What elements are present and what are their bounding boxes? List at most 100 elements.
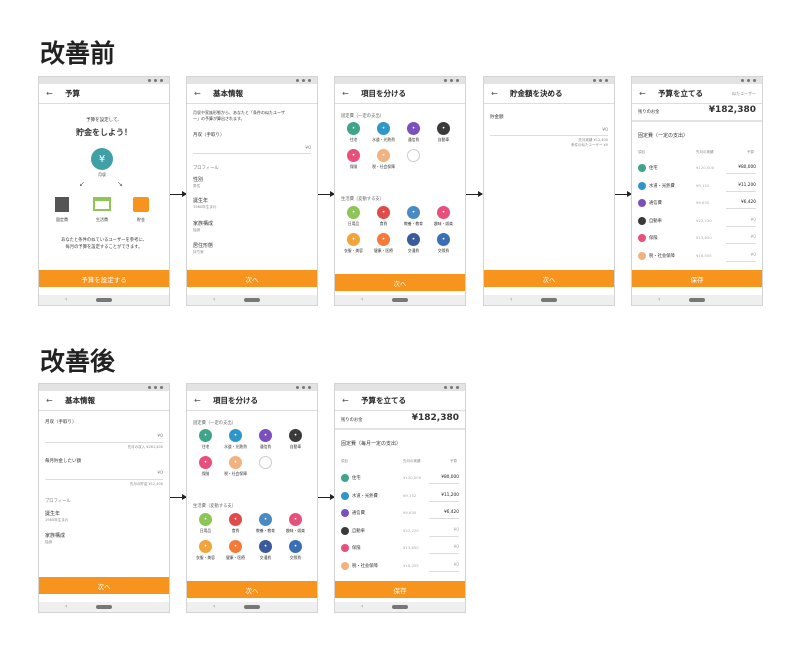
social-icon[interactable]: • <box>289 540 302 553</box>
birth-year-label[interactable]: 誕生年 <box>193 197 208 204</box>
nav-home-icon[interactable] <box>392 298 408 302</box>
row-name: 住宅 <box>649 166 658 171</box>
next-button[interactable]: 次へ <box>335 274 465 291</box>
family-label[interactable]: 家族構成 <box>45 532 65 539</box>
nav-back-icon[interactable]: ‹ <box>510 296 512 303</box>
back-arrow-icon[interactable]: ← <box>194 89 206 98</box>
back-arrow-icon[interactable]: ← <box>46 396 58 405</box>
save-button[interactable]: 保存 <box>632 270 762 287</box>
flow-arrow <box>170 191 187 197</box>
car-icon[interactable]: • <box>289 429 302 442</box>
family-label[interactable]: 家族構成 <box>193 220 213 227</box>
water-icon[interactable]: • <box>229 429 242 442</box>
row-budget-input[interactable]: ¥11,200 <box>738 183 756 188</box>
transport-icon[interactable]: • <box>407 233 420 246</box>
empty-slot-icon[interactable] <box>259 456 272 469</box>
tax-icon[interactable]: • <box>229 456 242 469</box>
row-budget-input[interactable]: ¥11,200 <box>441 493 459 498</box>
row-budget-input[interactable]: ¥0 <box>454 545 459 550</box>
income-input[interactable]: ¥0 <box>157 434 163 439</box>
nav-back-icon[interactable]: ‹ <box>658 296 660 303</box>
next-button[interactable]: 次へ <box>39 577 169 594</box>
wifi-icon[interactable]: • <box>407 122 420 135</box>
row-budget-input[interactable]: ¥80,000 <box>738 165 756 170</box>
income-label: 月収（手取り） <box>193 133 225 138</box>
back-arrow-icon[interactable]: ← <box>342 396 354 405</box>
back-arrow-icon[interactable]: ← <box>491 89 503 98</box>
clothing-icon[interactable]: • <box>347 233 360 246</box>
back-arrow-icon[interactable]: ← <box>46 89 58 98</box>
row-budget-input[interactable]: ¥0 <box>751 235 756 240</box>
nav-back-icon[interactable]: ‹ <box>361 603 363 610</box>
back-arrow-icon[interactable]: ← <box>639 89 651 98</box>
insurance-icon[interactable]: • <box>199 456 212 469</box>
education-icon[interactable]: • <box>259 513 272 526</box>
set-budget-button[interactable]: 予算を設定する <box>39 270 169 287</box>
water-icon[interactable]: • <box>377 122 390 135</box>
empty-slot-icon[interactable] <box>407 149 420 162</box>
row-budget-input[interactable]: ¥0 <box>454 563 459 568</box>
daily-goods-icon[interactable]: • <box>347 206 360 219</box>
next-button[interactable]: 次へ <box>187 581 317 598</box>
savings-input[interactable]: ¥0 <box>157 471 163 476</box>
hobby-icon[interactable]: • <box>437 206 450 219</box>
nav-home-icon[interactable] <box>96 605 112 609</box>
nav-back-icon[interactable]: ‹ <box>361 296 363 303</box>
wifi-icon[interactable]: • <box>259 429 272 442</box>
gender-label[interactable]: 性別 <box>193 176 203 183</box>
transport-icon[interactable]: • <box>259 540 272 553</box>
tax-icon[interactable]: • <box>377 149 390 162</box>
birth-year-label[interactable]: 誕生年 <box>45 510 60 517</box>
status-bar <box>187 384 317 391</box>
nav-home-icon[interactable] <box>244 298 260 302</box>
row-budget-input[interactable]: ¥80,000 <box>441 475 459 480</box>
similar-user-link[interactable]: 似たユーザー <box>732 91 756 97</box>
health-icon[interactable]: • <box>229 540 242 553</box>
hobby-icon[interactable]: • <box>289 513 302 526</box>
next-button[interactable]: 次へ <box>187 270 317 287</box>
food-icon[interactable]: • <box>377 206 390 219</box>
residence-label[interactable]: 居住形態 <box>193 242 213 249</box>
house-icon[interactable]: • <box>347 122 360 135</box>
row-previous: ¥18,055 <box>696 252 712 258</box>
house-icon[interactable]: • <box>199 429 212 442</box>
wifi-icon <box>341 509 349 517</box>
app-bar: ← 基本情報 <box>39 391 169 411</box>
nav-home-icon[interactable] <box>244 605 260 609</box>
row-budget-input[interactable]: ¥0 <box>454 528 459 533</box>
health-icon[interactable]: • <box>377 233 390 246</box>
category-label: 交通費 <box>407 248 420 253</box>
piggy-bank-icon <box>133 197 149 212</box>
back-arrow-icon[interactable]: ← <box>342 89 354 98</box>
nav-back-icon[interactable]: ‹ <box>213 296 215 303</box>
row-budget-input[interactable]: ¥6,420 <box>444 510 459 515</box>
social-icon[interactable]: • <box>437 233 450 246</box>
next-button[interactable]: 次へ <box>484 270 614 287</box>
row-budget-input[interactable]: ¥6,420 <box>741 200 756 205</box>
description-line-2: ー」の予算が算出されます。 <box>193 116 245 121</box>
nav-home-icon[interactable] <box>541 298 557 302</box>
nav-back-icon[interactable]: ‹ <box>65 296 67 303</box>
food-icon[interactable]: • <box>229 513 242 526</box>
nav-home-icon[interactable] <box>96 298 112 302</box>
nav-back-icon[interactable]: ‹ <box>213 603 215 610</box>
status-bar <box>39 77 169 84</box>
savings-input[interactable]: ¥0 <box>602 128 608 133</box>
clothing-icon[interactable]: • <box>199 540 212 553</box>
arrow-left-icon: ↙ <box>79 180 85 188</box>
family-value: 独身 <box>45 540 53 544</box>
nav-home-icon[interactable] <box>689 298 705 302</box>
income-input[interactable]: ¥0 <box>305 146 311 151</box>
car-icon[interactable]: • <box>437 122 450 135</box>
input-underline <box>429 535 459 537</box>
back-arrow-icon[interactable]: ← <box>194 396 206 405</box>
save-button[interactable]: 保存 <box>335 581 465 598</box>
row-budget-input[interactable]: ¥0 <box>751 218 756 223</box>
daily-goods-icon[interactable]: • <box>199 513 212 526</box>
row-budget-input[interactable]: ¥0 <box>751 253 756 258</box>
nav-home-icon[interactable] <box>392 605 408 609</box>
status-bar <box>484 77 614 84</box>
education-icon[interactable]: • <box>407 206 420 219</box>
nav-back-icon[interactable]: ‹ <box>65 603 67 610</box>
insurance-icon[interactable]: • <box>347 149 360 162</box>
